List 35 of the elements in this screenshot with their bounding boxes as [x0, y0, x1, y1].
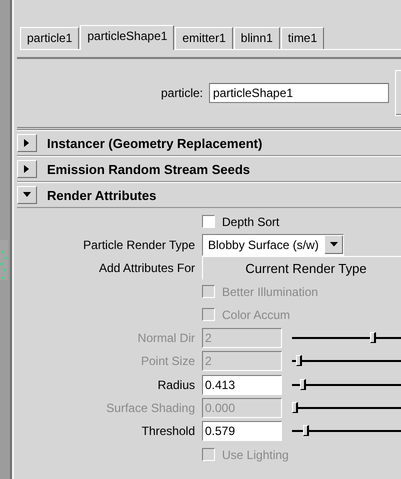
slider-thumb[interactable]: [303, 425, 310, 436]
checkbox-label: Better Illumination: [222, 284, 318, 299]
tab[interactable]: particle1: [20, 27, 80, 49]
checkbox-label: Color Accum: [222, 308, 290, 322]
triangle-down-icon: [23, 192, 31, 198]
tab[interactable]: particleShape1: [80, 25, 174, 50]
section-title[interactable]: Render Attributes: [47, 188, 156, 202]
section-title[interactable]: Emission Random Stream Seeds: [47, 162, 250, 176]
expand-toggle[interactable]: [17, 134, 37, 152]
field-label: Add Attributes For: [98, 261, 196, 276]
checkbox[interactable]: [202, 215, 215, 228]
field-label: Threshold: [140, 424, 196, 438]
checkbox-label: Use Lighting: [222, 448, 289, 462]
caret-icon: [330, 242, 338, 248]
tab[interactable]: blinn1: [234, 27, 280, 49]
field-label: Point Size: [140, 354, 196, 368]
node-name-field[interactable]: particleShape1: [209, 83, 389, 103]
render-type-dropdown[interactable]: Blobby Surface (s/w): [202, 234, 344, 256]
checkbox-label: Depth Sort: [222, 214, 280, 229]
triangle-right-icon: [24, 165, 30, 173]
expand-toggle[interactable]: [17, 186, 37, 204]
tab[interactable]: emitter1: [175, 27, 233, 49]
value-field[interactable]: 0.413: [202, 374, 282, 395]
field-label: Radius: [156, 378, 196, 392]
slider-thumb[interactable]: [300, 378, 306, 390]
field-label: Surface Shading: [105, 401, 196, 416]
tab[interactable]: time1: [280, 27, 324, 49]
field-label: Particle Render Type: [82, 238, 196, 252]
section-title[interactable]: Instancer (Geometry Replacement): [47, 136, 262, 150]
node-label: particle:: [160, 86, 204, 100]
value-field[interactable]: 0.579: [202, 421, 282, 442]
field-label: Normal Dir: [136, 331, 196, 346]
expand-toggle[interactable]: [17, 160, 37, 178]
triangle-right-icon: [24, 139, 30, 147]
render-type-button[interactable]: Current Render Type: [202, 256, 401, 280]
